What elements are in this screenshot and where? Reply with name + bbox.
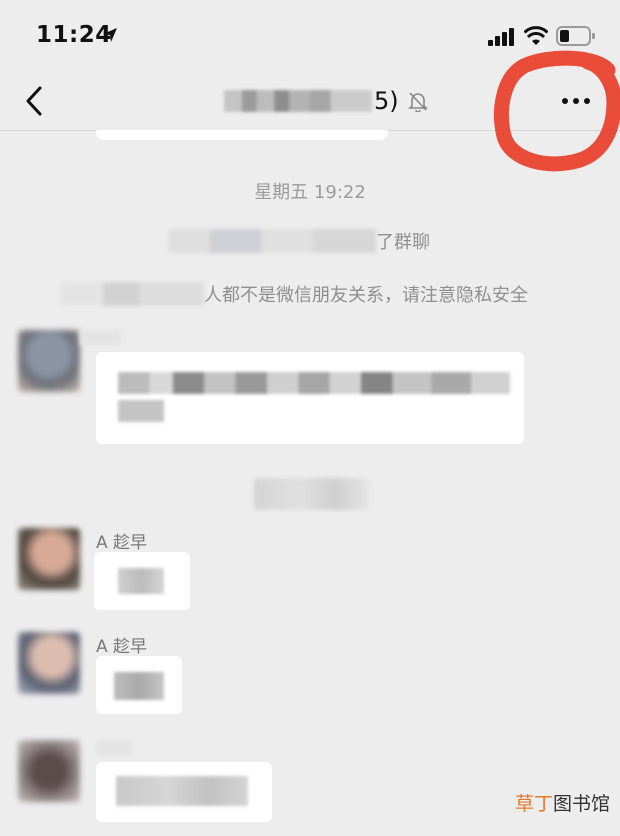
sender-name: A 趁早 [96, 637, 148, 657]
redaction [118, 568, 164, 594]
system-join-message: 了群聊 [168, 228, 430, 254]
watermark-rest: 图书馆 [552, 793, 610, 815]
redaction [114, 672, 164, 700]
wifi-icon [524, 26, 548, 45]
system-join-text: 了群聊 [376, 232, 430, 253]
redaction [116, 776, 248, 806]
sender-name-redacted [96, 740, 132, 756]
message-bubble[interactable] [94, 552, 190, 610]
sender-name-redacted [80, 330, 122, 346]
chat-title-suffix: 5) [374, 87, 399, 115]
chat-title: 5) [224, 86, 429, 116]
battery-icon [556, 26, 595, 46]
sender-name: A 趁早 [96, 533, 148, 553]
chat-timestamp: 星期五 19:22 [254, 182, 366, 203]
mute-bell-icon [407, 92, 428, 112]
watermark: 草丁图书馆 [515, 789, 610, 816]
avatar[interactable] [18, 632, 80, 694]
avatar[interactable] [18, 330, 80, 392]
avatar[interactable] [18, 528, 80, 590]
system-warning-message: 人都不是微信朋友关系，请注意隐私安全 [60, 281, 528, 307]
status-bar: 11:24 [0, 0, 620, 72]
watermark-accent: 草丁 [514, 793, 553, 815]
title-redaction [224, 90, 372, 112]
system-warning-text: 人都不是微信朋友关系，请注意隐私安全 [204, 285, 528, 306]
message-bubble[interactable] [96, 656, 182, 714]
message-bubble[interactable] [96, 762, 272, 822]
avatar[interactable] [18, 740, 80, 802]
location-arrow-icon [103, 28, 117, 42]
system-message-redacted [254, 478, 370, 510]
chat-header: 5) [0, 72, 620, 131]
redaction [60, 282, 204, 306]
message-bubble[interactable] [96, 352, 524, 444]
signal-icon [488, 28, 514, 46]
status-time: 11:24 [36, 22, 112, 48]
redaction [118, 400, 164, 422]
back-chevron-icon[interactable] [18, 82, 54, 120]
more-dots-icon[interactable] [556, 86, 596, 116]
redaction [168, 229, 376, 253]
redaction [118, 372, 510, 394]
pinned-strip [96, 130, 388, 140]
